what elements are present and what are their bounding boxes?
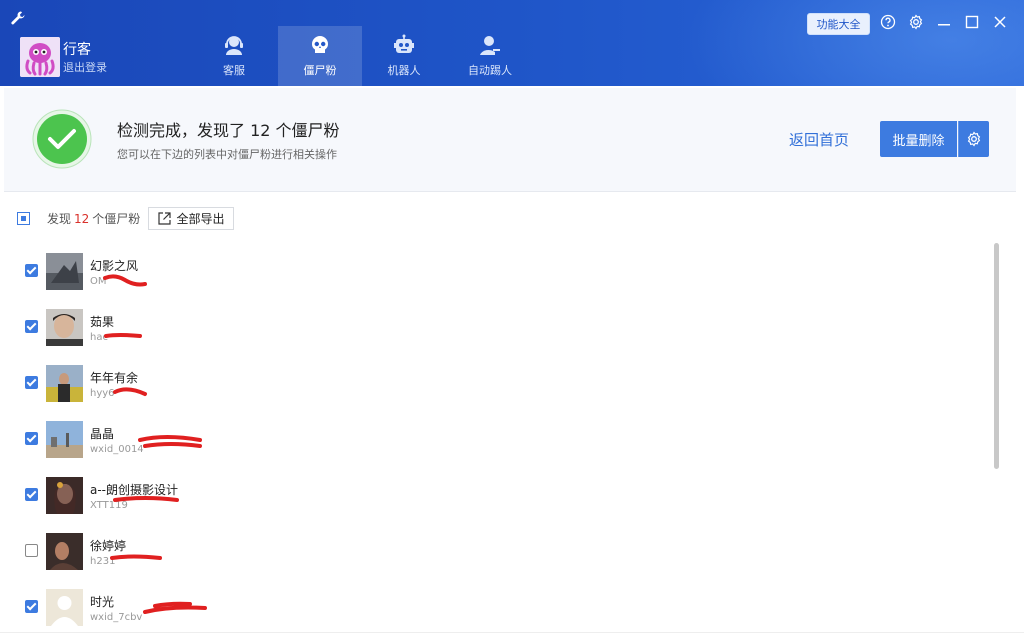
list-item[interactable]: 年年有余 hyy6 [0,352,990,407]
tab-label: 机器人 [387,64,421,77]
list-item[interactable]: 晶晶 wxid_0014 [0,408,990,463]
list-item[interactable]: 徐婷婷 h231 [0,520,990,575]
tab-label: 客服 [223,64,245,77]
row-checkbox[interactable] [25,544,38,557]
logout-link[interactable]: 退出登录 [63,59,107,75]
minimize-icon[interactable] [936,14,952,30]
result-title: 检测完成，发现了 12 个僵尸粉 [117,121,340,140]
select-all-checkbox[interactable] [17,212,30,225]
close-icon[interactable] [992,14,1008,30]
contact-wechat-id: wxid_7cbv [90,612,143,623]
user-avatar[interactable] [20,37,60,77]
kick-user-icon [480,36,500,55]
detection-result-panel: 检测完成，发现了 12 个僵尸粉 您可以在下边的列表中对僵尸粉进行相关操作 返回… [4,88,1016,192]
row-checkbox[interactable] [25,600,38,613]
found-count: 12 [74,212,90,226]
batch-delete-button[interactable]: 批量删除 [880,121,957,157]
feature-list-button[interactable]: 功能大全 [807,13,870,35]
row-checkbox[interactable] [25,264,38,277]
batch-settings-button[interactable] [958,121,989,157]
tab-auto-kick[interactable]: 自动踢人 [462,26,518,86]
row-checkbox[interactable] [25,432,38,445]
success-check-icon [32,109,92,169]
tab-robot[interactable]: 机器人 [382,26,426,86]
found-suffix: 个僵尸粉 [92,212,141,226]
contact-name: 时光 [90,595,115,609]
tab-zombie-fans[interactable]: 僵尸粉 [278,26,362,86]
contact-avatar [46,421,83,458]
redaction-scribble [138,435,202,448]
list-item[interactable]: 时光 wxid_7cbv [0,576,990,631]
list-item[interactable]: 茹果 hac [0,296,990,351]
contact-avatar [46,253,83,290]
contact-avatar [46,589,83,626]
row-checkbox[interactable] [25,488,38,501]
tab-label: 自动踢人 [468,64,512,77]
skull-icon [312,36,328,53]
redaction-scribble [103,274,147,287]
row-checkbox[interactable] [25,320,38,333]
found-prefix: 发现 [47,212,72,226]
contact-avatar [46,309,83,346]
export-label: 全部导出 [176,212,225,226]
zombie-fan-list[interactable]: 幻影之风 OM 茹果 hac 年年有余 hyy6 晶晶 wxid_0014 a-… [0,240,1000,632]
contact-avatar [46,477,83,514]
tab-label: 僵尸粉 [303,64,337,77]
robot-icon [394,34,414,53]
list-scrollbar[interactable] [994,243,999,469]
redaction-scribble [113,387,147,396]
help-icon[interactable] [880,14,896,30]
gear-icon [967,131,981,147]
redaction-scribble [110,554,162,560]
maximize-icon[interactable] [964,14,980,30]
found-count-label: 发现 12 个僵尸粉 [47,210,140,227]
export-icon [158,212,172,225]
redaction-scribble [113,496,179,502]
export-all-button[interactable]: 全部导出 [148,207,234,230]
row-checkbox[interactable] [25,376,38,389]
list-item[interactable]: a--朗创摄影设计 XTT119 [0,464,990,519]
window-bottom-edge [0,632,1024,642]
title-bar: 行客 退出登录 客服 僵尸粉 机器人 自动踢人 功能大全 [0,0,1024,86]
user-name: 行客 [63,42,91,58]
headset-icon [225,36,243,55]
contact-name: 晶晶 [90,427,115,441]
back-home-link[interactable]: 返回首页 [789,129,849,150]
contact-avatar [46,533,83,570]
tab-customer-service[interactable]: 客服 [212,26,256,86]
result-subtitle: 您可以在下边的列表中对僵尸粉进行相关操作 [117,148,337,161]
redaction-scribble [104,333,142,338]
list-item[interactable]: 幻影之风 OM [0,240,990,295]
redaction-scribble [143,601,207,614]
wrench-icon[interactable] [10,10,26,26]
settings-gear-icon[interactable] [908,14,924,30]
contact-avatar [46,365,83,402]
